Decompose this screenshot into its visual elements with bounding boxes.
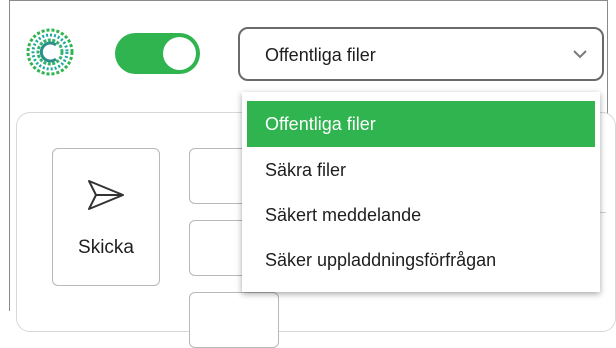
option-box-3[interactable] (189, 292, 279, 348)
send-button-label: Skicka (78, 237, 134, 258)
file-type-select-value: Offentliga filer (265, 45, 376, 65)
toggle-knob (163, 37, 196, 70)
menu-item-offentliga-filer[interactable]: Offentliga filer (247, 101, 595, 147)
menu-item-saker-uppladdningsforfragan[interactable]: Säker uppladdningsförfrågan (247, 237, 595, 283)
logo-icon (26, 28, 74, 76)
file-type-select[interactable]: Offentliga filer (238, 27, 604, 81)
send-button[interactable]: Skicka (52, 148, 160, 286)
window-border-top (9, 0, 608, 1)
window-border-left (9, 0, 10, 311)
toggle-switch[interactable] (115, 33, 200, 74)
menu-item-sakra-filer[interactable]: Säkra filer (247, 147, 595, 193)
menu-item-sakert-meddelande[interactable]: Säkert meddelande (247, 192, 595, 238)
file-type-dropdown-menu: Offentliga filer Säkra filer Säkert medd… (242, 92, 600, 292)
send-icon (88, 180, 124, 210)
chevron-down-icon (573, 50, 587, 59)
